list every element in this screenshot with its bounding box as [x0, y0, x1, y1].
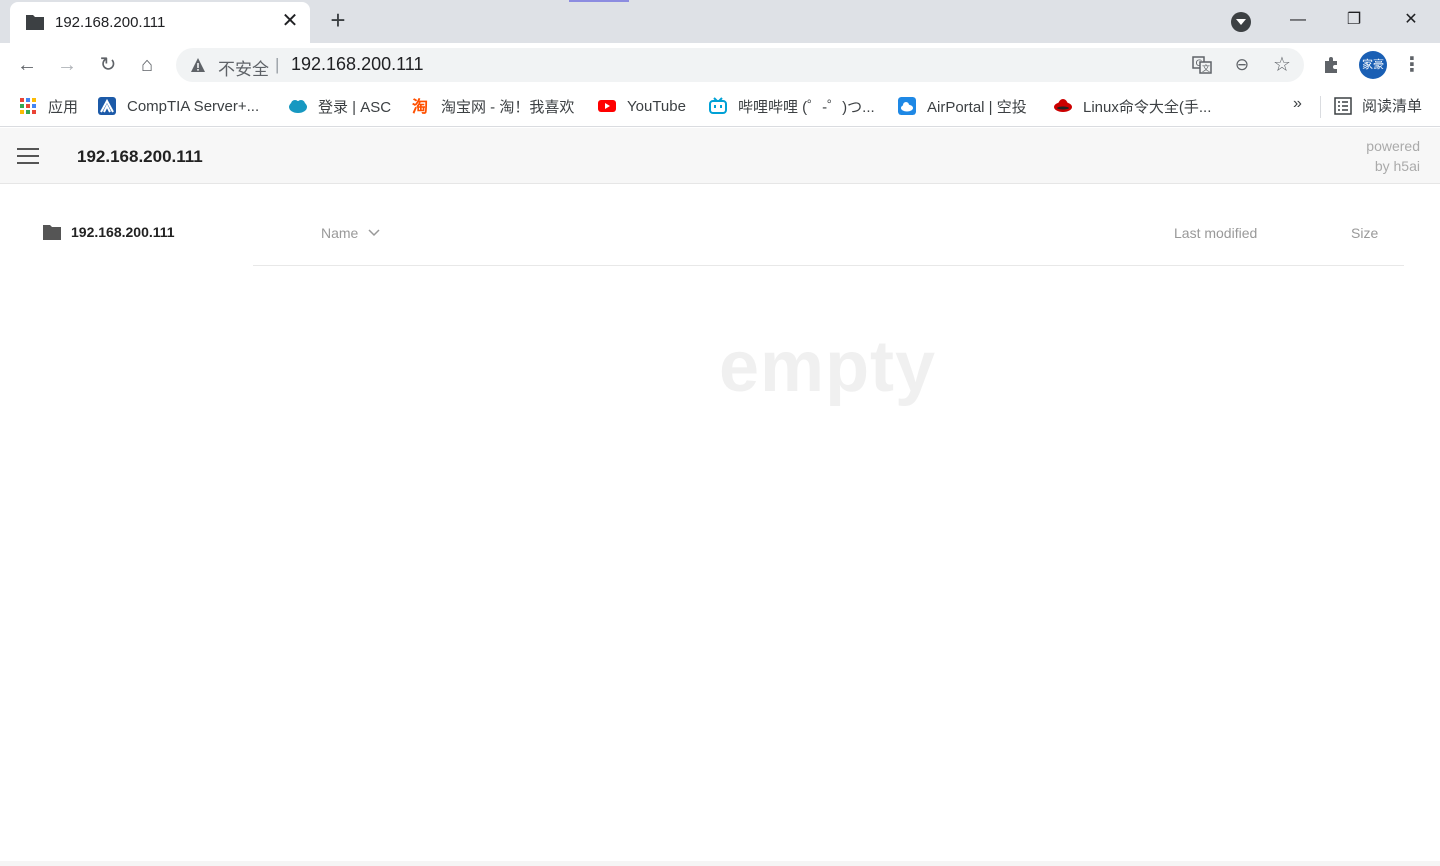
file-list-header: Name Last modified Size	[253, 210, 1404, 266]
home-button[interactable]: ⌂	[135, 53, 159, 77]
extensions-puzzle-icon[interactable]	[1322, 55, 1342, 75]
sidebar-toggle-icon[interactable]	[17, 148, 39, 164]
sidebar-tree-item[interactable]: 192.168.200.111	[43, 224, 175, 240]
bookmark-linux[interactable]: Linux命令大全(手...	[1054, 95, 1211, 117]
translate-icon[interactable]: G文	[1192, 55, 1212, 75]
bookmarks-divider	[1320, 96, 1321, 118]
bookmark-apps[interactable]: 应用	[19, 95, 78, 117]
tab-close-icon[interactable]: ✕	[280, 11, 300, 31]
youtube-icon	[598, 100, 616, 112]
powered-line: powered	[1366, 138, 1420, 154]
tab-search-icon[interactable]	[1231, 12, 1251, 32]
h5ai-topbar: 192.168.200.111 powered by h5ai	[0, 128, 1440, 184]
salesforce-cloud-icon	[289, 100, 307, 113]
taobao-icon: 淘	[412, 97, 428, 115]
bookmark-taobao[interactable]: 淘 淘宝网 - 淘！我喜欢	[412, 95, 574, 117]
bookmark-bilibili[interactable]: 哔哩哔哩 (゜-゜)つ...	[709, 95, 875, 117]
tab-title: 192.168.200.111	[55, 14, 166, 31]
folder-icon	[43, 224, 61, 240]
bookmarks-bar: 应用 CompTIA Server+... 登录 | ASC 淘 淘宝网 - 淘…	[0, 87, 1440, 127]
bilibili-icon	[709, 97, 727, 114]
redhat-icon	[1054, 99, 1072, 112]
powered-line: by h5ai	[1374, 158, 1420, 174]
svg-text:淘: 淘	[412, 97, 428, 115]
warning-icon[interactable]	[190, 57, 206, 73]
address-bar[interactable]: 不安全 | 192.168.200.111 G文 ⊖ ☆	[176, 48, 1304, 82]
bookmark-youtube[interactable]: YouTube	[598, 95, 686, 117]
minimize-button[interactable]: —	[1283, 6, 1313, 34]
restore-button[interactable]: ❐	[1339, 6, 1369, 34]
new-tab-button[interactable]: +	[326, 7, 350, 33]
folder-icon	[26, 15, 44, 30]
security-label[interactable]: 不安全	[218, 55, 269, 80]
security-divider: |	[275, 55, 280, 74]
reading-list-icon	[1334, 96, 1352, 115]
zoom-icon[interactable]: ⊖	[1232, 55, 1252, 75]
back-button[interactable]: ←	[15, 53, 39, 77]
bookmark-label: 登录 | ASC	[318, 98, 392, 116]
reading-list-label: 阅读清单	[1362, 98, 1423, 115]
bookmark-label: Linux命令大全(手...	[1083, 98, 1212, 116]
bookmark-label: 哔哩哔哩 (゜-゜)つ...	[738, 98, 875, 116]
chevron-down-icon	[368, 229, 380, 237]
column-name-label: Name	[321, 225, 359, 241]
comptia-icon	[98, 97, 116, 115]
profile-avatar[interactable]: 家豪	[1359, 51, 1387, 79]
tab-strip-accent	[569, 0, 629, 2]
close-window-button[interactable]: ✕	[1396, 6, 1426, 34]
bookmark-comptia[interactable]: CompTIA Server+...	[98, 95, 259, 117]
forward-button[interactable]: →	[55, 53, 79, 77]
powered-by-link[interactable]: powered by h5ai	[1366, 136, 1420, 176]
empty-placeholder: empty	[719, 327, 937, 407]
svg-text:文: 文	[1202, 63, 1210, 73]
bottom-edge	[0, 861, 1440, 866]
bookmark-label: YouTube	[627, 97, 686, 115]
bookmark-asc[interactable]: 登录 | ASC	[289, 95, 391, 117]
tab-active[interactable]: 192.168.200.111 ✕	[10, 2, 310, 43]
bookmark-airportal[interactable]: AirPortal | 空投	[898, 95, 1027, 117]
browser-toolbar: ← → ↻ ⌂ 不安全 | 192.168.200.111 G文 ⊖ ☆ 家豪 …	[0, 43, 1440, 87]
browser-menu-icon[interactable]: ⋮	[1402, 53, 1422, 77]
bookmarks-overflow-button[interactable]: »	[1293, 95, 1302, 113]
bookmark-label: 淘宝网 - 淘！我喜欢	[441, 98, 575, 116]
column-size[interactable]: Size	[1351, 225, 1378, 241]
reading-list-button[interactable]: 阅读清单	[1334, 95, 1422, 116]
bookmark-label: AirPortal | 空投	[927, 98, 1027, 116]
bookmark-label: CompTIA Server+...	[127, 97, 260, 115]
bookmark-star-icon[interactable]: ☆	[1272, 55, 1292, 75]
url-text[interactable]: 192.168.200.111	[291, 54, 423, 75]
reload-button[interactable]: ↻	[96, 53, 120, 77]
sidebar-tree-label: 192.168.200.111	[71, 224, 175, 240]
column-name[interactable]: Name	[321, 225, 380, 241]
column-last-modified[interactable]: Last modified	[1174, 225, 1257, 241]
tab-strip: 192.168.200.111 ✕ + — ❐ ✕	[0, 0, 1440, 43]
breadcrumb[interactable]: 192.168.200.111	[77, 147, 203, 167]
apps-grid-icon	[20, 98, 36, 114]
airportal-icon	[898, 97, 916, 115]
bookmark-label: 应用	[48, 98, 79, 116]
